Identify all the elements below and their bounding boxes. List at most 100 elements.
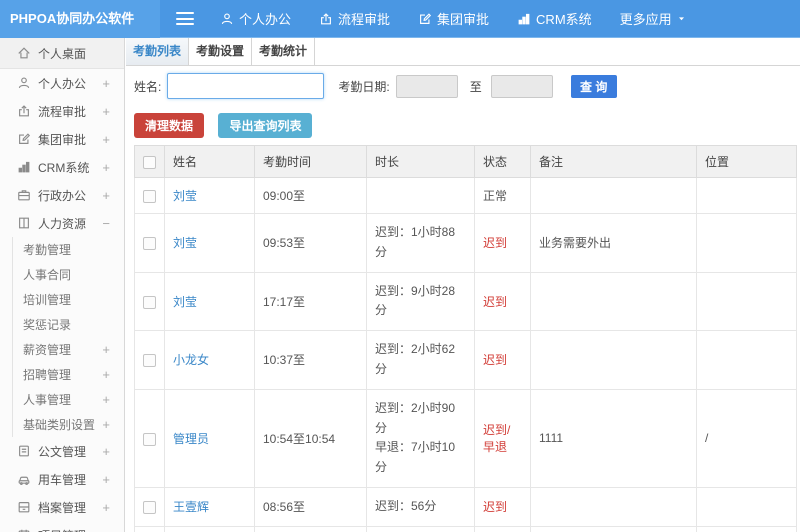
hamburger-menu-icon[interactable] [176,12,194,25]
row-checkbox[interactable] [143,432,156,446]
location-cell: / [696,525,797,532]
duration-line: 迟到：1小时88分 [375,225,456,259]
row-checkbox[interactable] [143,295,156,309]
topnav-item-label: 集团审批 [437,12,490,27]
export-list-button[interactable]: 导出查询列表 [218,113,313,138]
topnav-item-集团审批[interactable]: 集团审批 [418,9,489,28]
date-label: 考勤日期: [338,79,390,94]
chart-icon [17,160,31,174]
row-checkbox-cell [134,177,165,214]
tab-考勤设置[interactable]: 考勤设置 [189,38,252,65]
topnav-item-更多应用[interactable]: 更多应用 [620,9,691,28]
row-checkbox[interactable] [143,189,156,203]
status-badge: 迟到 [483,500,508,515]
sidebar-subitem-label: 人事合同 [23,268,72,282]
sidebar-item-label: 个人桌面 [38,46,87,61]
doc-icon [17,444,31,458]
sidebar-item-行政办公[interactable]: 行政办公 + [0,181,124,209]
topnav-item-CRM系统[interactable]: CRM系统 [517,9,592,28]
expand-toggle-icon: + [102,75,110,91]
name-cell: 王壹辉 [164,486,255,527]
row-checkbox-cell [134,330,165,390]
location-cell [696,271,797,332]
row-checkbox[interactable] [143,501,156,515]
table-row: 刘莹 09:00至 正常 [134,177,797,214]
sidebar-item-个人办公[interactable]: 个人办公 + [0,69,124,97]
sidebar-subitem-基础类别设置[interactable]: 基础类别设置 + [13,412,124,437]
status-badge: 正常 [483,189,508,203]
sidebar-item-集团审批[interactable]: 集团审批 + [0,125,124,153]
sidebar-subitem-招聘管理[interactable]: 招聘管理 + [13,362,124,387]
topnav-item-流程审批[interactable]: 流程审批 [319,9,390,28]
location-cell [696,177,797,214]
topnav-item-个人办公[interactable]: 个人办公 [220,9,291,28]
sidebar-subitem-label: 招聘管理 [23,368,72,382]
expand-toggle-icon: + [102,392,110,407]
time-cell: 08:56至 [254,486,367,527]
sidebar-item-label: 人力资源 [38,216,87,231]
sidebar-item-CRM系统[interactable]: CRM系统 + [0,153,124,181]
sidebar-item-label: 集团审批 [38,132,87,147]
tab-考勤列表[interactable]: 考勤列表 [126,38,189,65]
sidebar-item-公文管理[interactable]: 公文管理 + [0,437,124,465]
name-input[interactable] [167,73,325,99]
query-button[interactable]: 查 询 [570,74,617,98]
sidebar-item-档案管理[interactable]: 档案管理 + [0,493,124,521]
action-buttons: 清理数据 导出查询列表 [126,106,800,142]
select-all-checkbox[interactable] [143,155,156,169]
row-checkbox-cell [134,486,165,527]
employee-name-link[interactable]: 刘莹 [173,236,197,250]
search-form: 姓名: 考勤日期: 至 查 询 [126,66,800,106]
employee-name-link[interactable]: 王壹辉 [173,500,209,514]
time-cell: 09:00至 [254,177,367,214]
row-checkbox[interactable] [143,354,156,368]
sidebar-submenu: 考勤管理 人事合同 培训管理 奖惩记录 薪资管理 + 招聘管理 + 人事管理 + 基础类别设置 + [12,237,124,437]
topnav-item-label: 个人办公 [239,12,292,27]
status-cell: 迟到 [474,271,531,332]
time-cell: 10:37至 [254,330,367,390]
sidebar-item-流程审批[interactable]: 流程审批 + [0,97,124,125]
duration-cell: 迟到：56分 [366,486,475,527]
sidebar-subitem-label: 培训管理 [23,293,72,307]
row-checkbox[interactable] [143,236,156,250]
header-checkbox-cell [134,145,165,178]
sidebar-subitem-label: 考勤管理 [23,243,72,257]
clean-data-button[interactable]: 清理数据 [134,113,205,138]
table-row: 刘莹 17:17至 迟到：9小时28分 迟到 [134,271,797,332]
sidebar-item-个人桌面[interactable]: 个人桌面 [0,38,124,69]
employee-name-link[interactable]: 刘莹 [173,189,197,203]
top-nav-items: 个人办公 流程审批 集团审批 CRM系统 更多应用 [220,9,719,28]
chart-icon [517,12,531,26]
sidebar-subitem-培训管理[interactable]: 培训管理 [13,287,124,312]
note-cell [530,330,697,390]
sidebar-item-用车管理[interactable]: 用车管理 + [0,465,124,493]
sidebar-item-人力资源[interactable]: 人力资源 − [0,209,124,237]
employee-name-link[interactable]: 刘莹 [173,295,197,309]
sidebar-subitem-label: 人事管理 [23,393,72,407]
duration-line: 早退：7小时10分 [375,440,456,475]
tab-考勤统计[interactable]: 考勤统计 [252,38,315,65]
sidebar-item-label: 档案管理 [38,500,87,515]
flow-icon [17,104,31,118]
sidebar-subitem-奖惩记录[interactable]: 奖惩记录 [13,312,124,337]
note-cell: 1111 [530,388,697,488]
date-from-input[interactable] [395,74,458,98]
sidebar-item-label: 公文管理 [38,444,87,459]
sidebar-item-label: 项目管理 [38,527,98,532]
note-cell [530,525,697,532]
sidebar-subitem-人事合同[interactable]: 人事合同 [13,262,124,287]
employee-name-link[interactable]: 小龙女 [173,353,209,367]
sidebar-subitem-人事管理[interactable]: 人事管理 + [13,387,124,412]
status-cell: 迟到/早退 [474,388,531,488]
expand-toggle-icon: + [102,159,110,175]
sidebar-subitem-考勤管理[interactable]: 考勤管理 [13,237,124,262]
archive-icon [17,500,31,514]
sidebar-subitem-薪资管理[interactable]: 薪资管理 + [13,337,124,362]
time-cell: 13:20至13:20 [254,525,367,532]
expand-toggle-icon: + [102,131,110,147]
date-to-input[interactable] [490,74,553,98]
sidebar-item-项目管理[interactable]: 项目管理 + [0,521,124,532]
employee-name-link[interactable]: 管理员 [173,432,209,446]
table-header-row: 姓名 考勤时间 时长 状态 备注 位置 [134,145,797,178]
note-cell [530,271,697,332]
